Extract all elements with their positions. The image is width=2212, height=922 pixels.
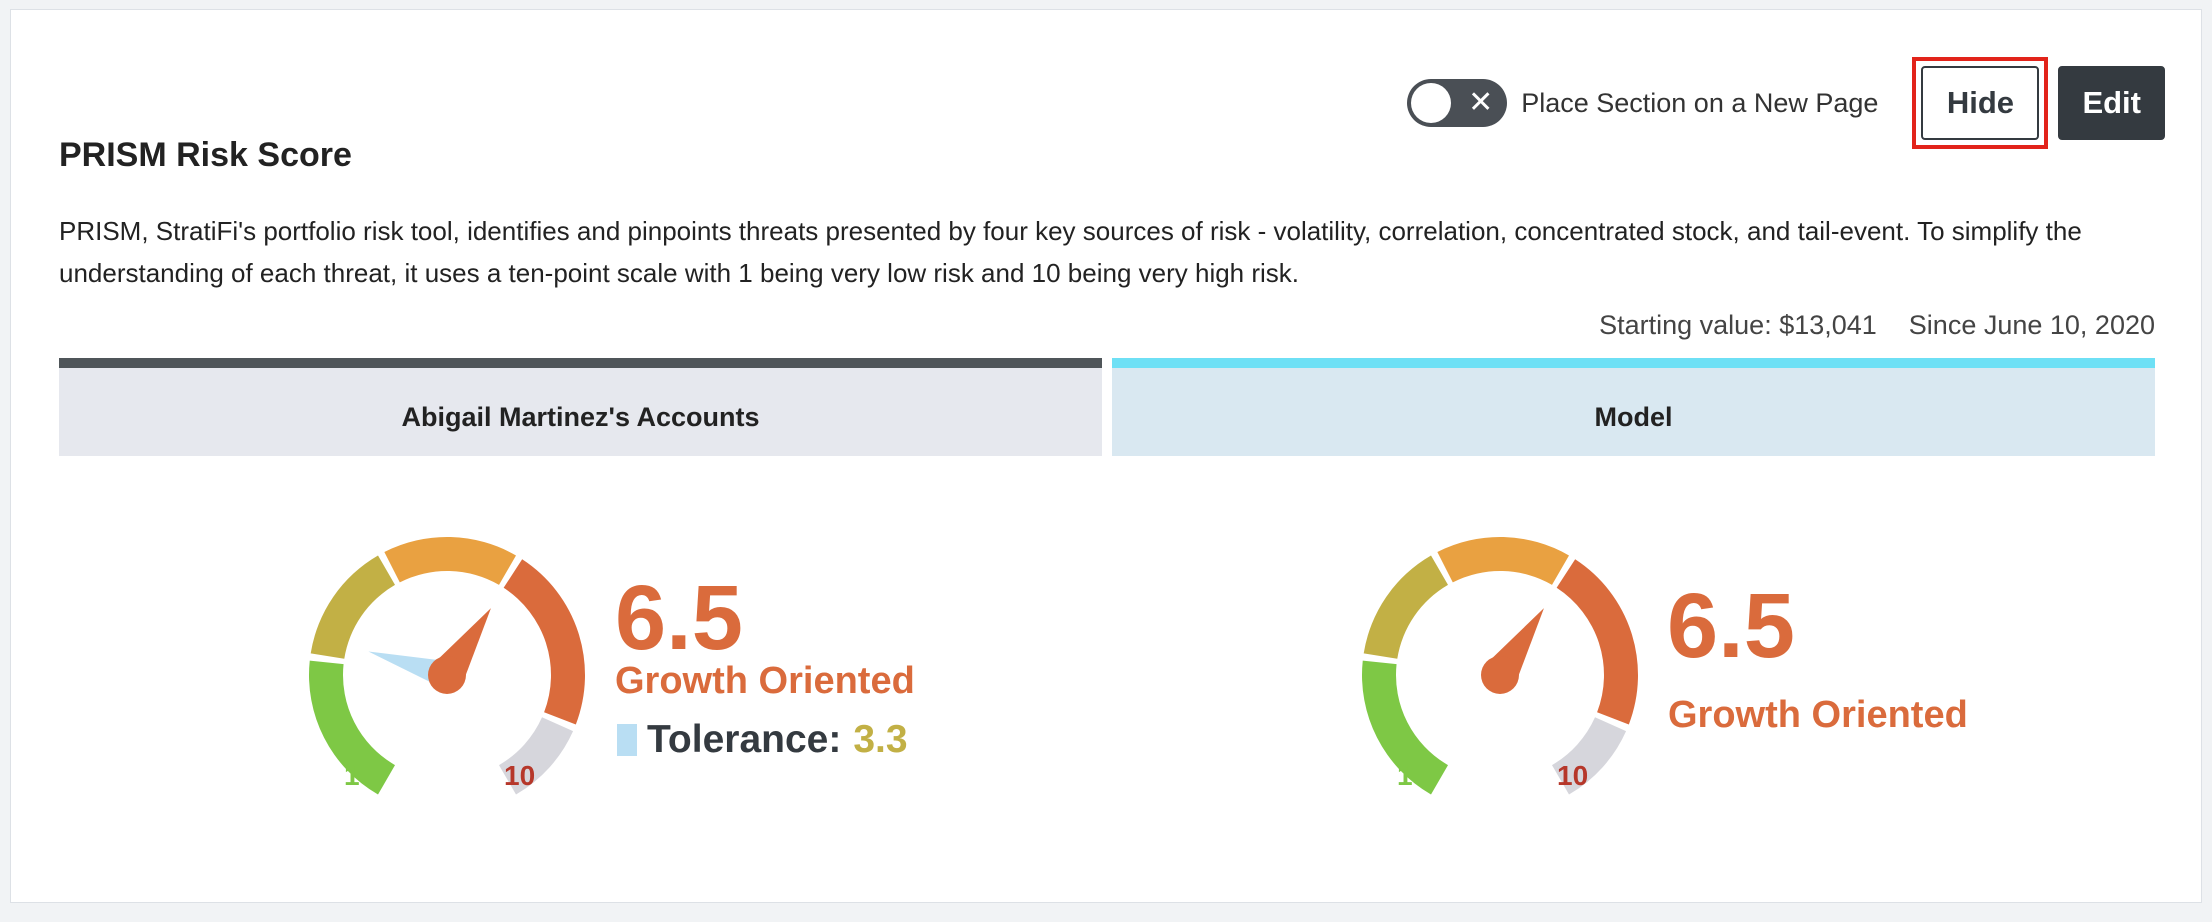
edit-button[interactable]: Edit — [2058, 66, 2165, 140]
hide-button[interactable]: Hide — [1921, 66, 2040, 140]
tab-model[interactable]: Model — [1112, 358, 2155, 456]
accounts-risk-gauge — [287, 515, 607, 805]
accounts-risk-label: Growth Oriented — [615, 660, 915, 702]
model-gauge-min: 1 — [1397, 760, 1413, 791]
model-gauge-max: 10 — [1557, 760, 1589, 791]
gauge-segment-2 — [310, 555, 395, 659]
gauge-segment-3 — [384, 537, 516, 585]
accounts-gauge-max: 10 — [504, 760, 536, 791]
starting-value: Starting value: $13,041 — [1599, 310, 1877, 340]
model-risk-label: Growth Oriented — [1668, 694, 1968, 736]
portfolio-meta: Starting value: $13,041 Since June 10, 2… — [1599, 310, 2155, 341]
gauge-segment-4 — [503, 559, 585, 725]
tolerance-label: Tolerance: — [647, 718, 842, 761]
toggle-knob — [1411, 83, 1452, 123]
model-gauge-dial — [1362, 537, 1638, 795]
accounts-risk-score: 6.5 — [615, 567, 743, 669]
new-page-toggle-label: Place Section on a New Page — [1521, 87, 1879, 118]
since-date: Since June 10, 2020 — [1908, 310, 2155, 340]
close-icon: ✕ — [1468, 86, 1494, 119]
accounts-gauge-dial — [309, 537, 585, 795]
model-risk-gauge — [1340, 515, 1660, 805]
section-toolbar: ✕ Place Section on a New Page Hide Edit — [1407, 57, 2165, 149]
hide-button-highlight: Hide — [1912, 57, 2049, 149]
gauge-hub — [1481, 656, 1519, 694]
tolerance-swatch — [617, 724, 637, 756]
section-title: PRISM Risk Score — [59, 136, 352, 174]
gauge-segment-3 — [1437, 537, 1569, 585]
tab-accounts[interactable]: Abigail Martinez's Accounts — [59, 358, 1102, 456]
comparison-tabs: Abigail Martinez's Accounts Model — [59, 358, 2155, 456]
section-description: PRISM, StratiFi's portfolio risk tool, i… — [59, 216, 2082, 288]
prism-risk-panel: ✕ Place Section on a New Page Hide Edit … — [10, 9, 2202, 903]
tolerance-value: 3.3 — [853, 718, 908, 761]
model-risk-score: 6.5 — [1667, 575, 1795, 677]
accounts-gauge-min: 1 — [344, 760, 360, 791]
accounts-tolerance: Tolerance: 3.3 — [617, 718, 908, 762]
gauge-segment-2 — [1363, 555, 1448, 659]
new-page-toggle[interactable]: ✕ — [1407, 79, 1508, 127]
gauge-hub — [428, 656, 466, 694]
gauge-segment-4 — [1556, 559, 1638, 725]
